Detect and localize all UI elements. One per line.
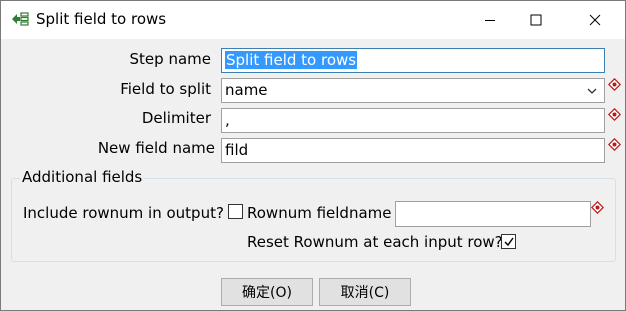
additional-fields-title: Additional fields: [20, 168, 145, 186]
step-name-input[interactable]: Split field to rows: [221, 48, 605, 73]
rownum-fieldname-label: Rownum fieldname: [247, 204, 392, 222]
close-icon: [589, 14, 601, 26]
checkmark-icon: [504, 237, 514, 247]
delimiter-label: Delimiter: [141, 109, 211, 127]
include-rownum-label: Include rownum in output?: [23, 204, 224, 222]
new-field-name-input[interactable]: fild: [221, 138, 605, 163]
cancel-button[interactable]: 取消(C): [319, 278, 411, 306]
maximize-button[interactable]: [513, 1, 559, 39]
rownum-fieldname-input[interactable]: [395, 201, 591, 227]
maximize-icon: [530, 14, 542, 26]
ok-button[interactable]: 确定(O): [221, 278, 313, 306]
title-bar[interactable]: Split field to rows: [1, 1, 625, 39]
close-button[interactable]: [572, 1, 618, 39]
reset-rownum-label: Reset Rownum at each input row?: [247, 233, 503, 251]
step-name-label: Step name: [129, 50, 211, 68]
delimiter-value: ,: [225, 111, 230, 129]
minimize-button[interactable]: [467, 1, 513, 39]
split-field-app-icon: [11, 11, 29, 27]
field-to-split-select[interactable]: name: [221, 78, 605, 103]
delimiter-input[interactable]: ,: [221, 108, 605, 133]
dialog-window: Split field to rows Step name Split fiel…: [0, 0, 626, 311]
new-field-name-value: fild: [225, 141, 249, 159]
reset-rownum-checkbox[interactable]: [501, 234, 516, 249]
step-name-value: Split field to rows: [225, 51, 358, 69]
field-to-split-label: Field to split: [120, 80, 211, 98]
variable-icon: [608, 108, 621, 121]
variable-icon: [608, 138, 621, 151]
include-rownum-checkbox[interactable]: [228, 204, 243, 219]
minimize-icon: [485, 20, 495, 21]
variable-icon: [608, 78, 621, 91]
new-field-name-label: New field name: [97, 139, 215, 157]
field-to-split-value: name: [225, 81, 268, 99]
variable-icon: [591, 201, 604, 214]
window-title: Split field to rows: [36, 10, 167, 28]
chevron-down-icon: [587, 88, 597, 94]
